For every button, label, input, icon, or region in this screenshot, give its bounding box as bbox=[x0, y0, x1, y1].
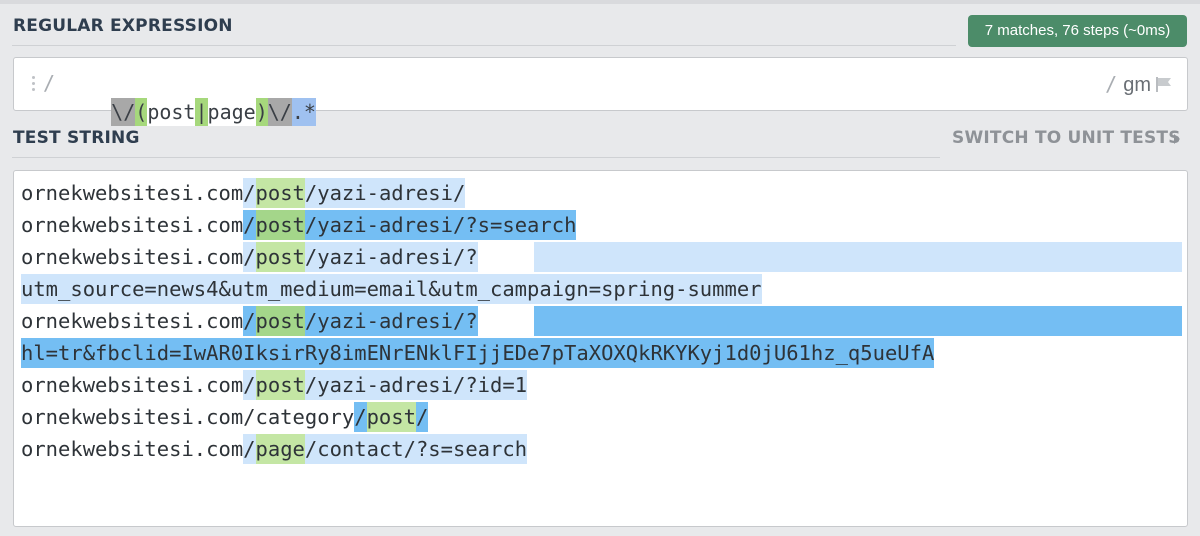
match-info-badge: 7 matches, 76 steps (~0ms) bbox=[968, 15, 1187, 47]
regex-token-alternation: | bbox=[195, 98, 208, 126]
regex-flags[interactable]: / gm bbox=[1105, 72, 1151, 97]
test-line: ornekwebsitesi.com/category/post/ bbox=[21, 402, 429, 432]
match-rest: /yazi-adresi/?id=1 bbox=[304, 370, 528, 400]
regex-section-title: REGULAR EXPRESSION bbox=[13, 16, 233, 36]
line-unmatched-text: ornekwebsitesi.com bbox=[21, 373, 244, 397]
match-slash: / bbox=[243, 242, 256, 272]
test-line: ornekwebsitesi.com/post/yazi-adresi/?id=… bbox=[21, 370, 528, 400]
match-slash: / bbox=[243, 370, 256, 400]
match-rest: /yazi-adresi/? bbox=[304, 242, 478, 272]
match-group: post bbox=[366, 402, 416, 432]
match-wrap-fill bbox=[534, 306, 1182, 336]
flags-value: gm bbox=[1123, 74, 1151, 96]
test-string-title: TEST STRING bbox=[13, 128, 140, 148]
match-group: post bbox=[255, 306, 305, 336]
match-rest: /yazi-adresi/? bbox=[304, 306, 478, 336]
regex-token-group-close: ) bbox=[255, 98, 268, 126]
match-slash: / bbox=[243, 434, 256, 464]
flag-icon[interactable] bbox=[1155, 76, 1173, 92]
top-border bbox=[0, 0, 1200, 4]
regex-token-literal-post: post bbox=[147, 98, 196, 126]
match-group: post bbox=[255, 210, 305, 240]
regex-input[interactable]: / \/(post|page)\/.* / gm bbox=[13, 57, 1188, 126]
line-unmatched-text: ornekwebsitesi.com bbox=[21, 309, 244, 333]
test-line: ornekwebsitesi.com/post/yazi-adresi/? bbox=[21, 242, 478, 272]
test-line: ornekwebsitesi.com/post/yazi-adresi/? bbox=[21, 306, 478, 336]
switch-to-unit-tests-link[interactable]: SWITCH TO UNIT TESTS bbox=[952, 128, 1181, 148]
match-slash: / bbox=[243, 178, 256, 208]
match-group: post bbox=[255, 178, 305, 208]
regex-token-escaped-slash: \/ bbox=[111, 98, 136, 126]
drag-handle-icon[interactable] bbox=[32, 76, 36, 92]
regex-expression[interactable]: \/(post|page)\/.* bbox=[63, 70, 316, 126]
line-unmatched-text: ornekwebsitesi.com/category bbox=[21, 405, 355, 429]
line-unmatched-text: ornekwebsitesi.com bbox=[21, 181, 244, 205]
regex-delimiter-open: / bbox=[43, 71, 56, 95]
match-slash: / bbox=[243, 306, 256, 336]
line-unmatched-text: ornekwebsitesi.com bbox=[21, 213, 244, 237]
match-slash: / bbox=[243, 210, 256, 240]
match-rest: / bbox=[415, 402, 429, 432]
test-line-continuation: utm_source=news4&utm_medium=email&utm_ca… bbox=[21, 274, 762, 304]
match-group: post bbox=[255, 242, 305, 272]
regex-token-escaped-slash-2: \/ bbox=[267, 98, 292, 126]
match-rest: utm_source=news4&utm_medium=email&utm_ca… bbox=[21, 274, 762, 304]
match-group: post bbox=[255, 370, 305, 400]
match-slash: / bbox=[354, 402, 367, 432]
regex-title-divider bbox=[12, 45, 956, 46]
match-rest: /contact/?s=search bbox=[304, 434, 528, 464]
match-group: page bbox=[255, 434, 305, 464]
regex-delimiter-close: / bbox=[1105, 72, 1118, 96]
chevron-right-icon[interactable] bbox=[1174, 134, 1180, 144]
test-line: ornekwebsitesi.com/post/yazi-adresi/ bbox=[21, 178, 466, 208]
test-line: ornekwebsitesi.com/post/yazi-adresi/?s=s… bbox=[21, 210, 577, 240]
regex-token-group-open: ( bbox=[135, 98, 148, 126]
test-line-continuation: hl=tr&fbclid=IwAR0IksirRy8imENrENklFIjjE… bbox=[21, 338, 935, 368]
match-rest: hl=tr&fbclid=IwAR0IksirRy8imENrENklFIjjE… bbox=[21, 338, 935, 368]
line-unmatched-text: ornekwebsitesi.com bbox=[21, 245, 244, 269]
match-wrap-fill bbox=[534, 242, 1182, 272]
regex-token-dot-star: .* bbox=[291, 98, 316, 126]
regex-token-literal-page: page bbox=[207, 98, 256, 126]
match-rest: /yazi-adresi/ bbox=[304, 178, 466, 208]
test-string-editor[interactable]: ornekwebsitesi.com/post/yazi-adresi/ orn… bbox=[13, 170, 1188, 527]
test-title-divider bbox=[12, 157, 940, 158]
line-unmatched-text: ornekwebsitesi.com bbox=[21, 437, 244, 461]
match-rest: /yazi-adresi/?s=search bbox=[304, 210, 577, 240]
test-line: ornekwebsitesi.com/page/contact/?s=searc… bbox=[21, 434, 528, 464]
